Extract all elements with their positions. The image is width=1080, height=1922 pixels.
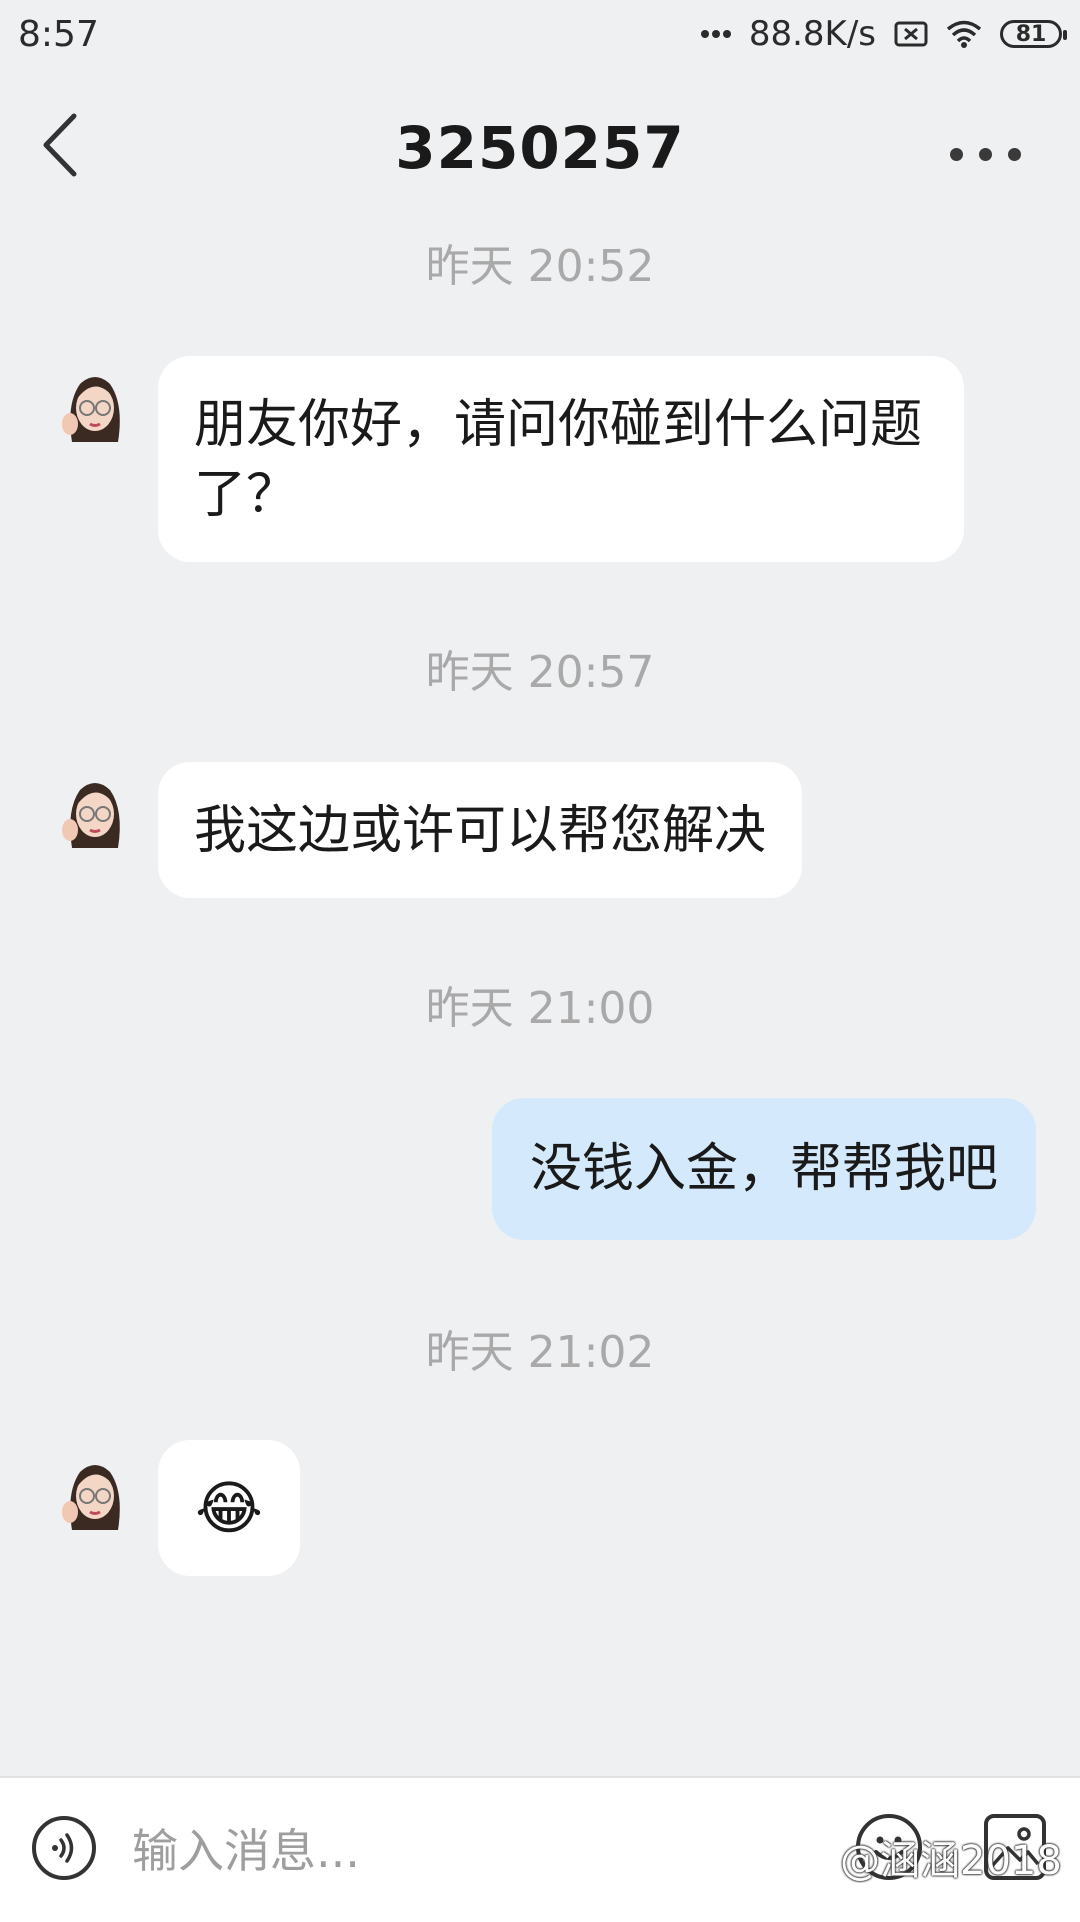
avatar[interactable] [52,364,138,450]
more-dot [978,147,992,161]
message-text: 没钱入金，帮帮我吧 [529,1139,998,1199]
message-bubble[interactable]: 我这边或许可以帮您解决 [158,762,803,898]
sim-blocked-icon [894,21,928,47]
more-dots-icon [700,29,731,39]
message-timestamp: 昨天 21:00 [425,983,655,1034]
wifi-icon [946,20,982,48]
more-button[interactable] [930,136,1040,172]
message-timestamp: 昨天 20:52 [425,241,655,292]
battery-level: 81 [1015,21,1047,47]
more-dot [1007,147,1021,161]
emoji-laughing: 😂 [195,1474,263,1542]
voice-icon [52,1833,74,1863]
message-input[interactable] [130,1808,814,1894]
chat-title: 3250257 [395,114,685,182]
net-speed: 88.8K/s [748,14,876,54]
chat-header: 3250257 [0,74,1080,214]
message-timestamp: 昨天 21:02 [425,1327,655,1378]
avatar[interactable] [52,1452,138,1538]
message-text: 我这边或许可以帮您解决 [194,801,767,861]
message-timestamp: 昨天 20:57 [425,647,655,698]
message-bubble[interactable]: 😂 [158,1440,300,1576]
more-horizontal-icon [949,147,963,161]
voice-button[interactable] [32,1816,96,1880]
message-bubble[interactable]: 朋友你好，请问你碰到什么问题了？ [158,356,964,562]
status-bar: 8:57 88.8K/s 81 [0,0,1080,74]
avatar[interactable] [52,770,138,856]
my-message-bubble[interactable]: 没钱入金，帮帮我吧 [491,1098,1036,1240]
battery-icon: 81 [1000,20,1067,48]
status-icons: 88.8K/s 81 [700,14,1067,54]
message-text: 朋友你好，请问你碰到什么问题了？ [194,395,923,525]
watermark: @涵涵2018 [840,1838,1062,1884]
status-time: 8:57 [18,14,99,55]
